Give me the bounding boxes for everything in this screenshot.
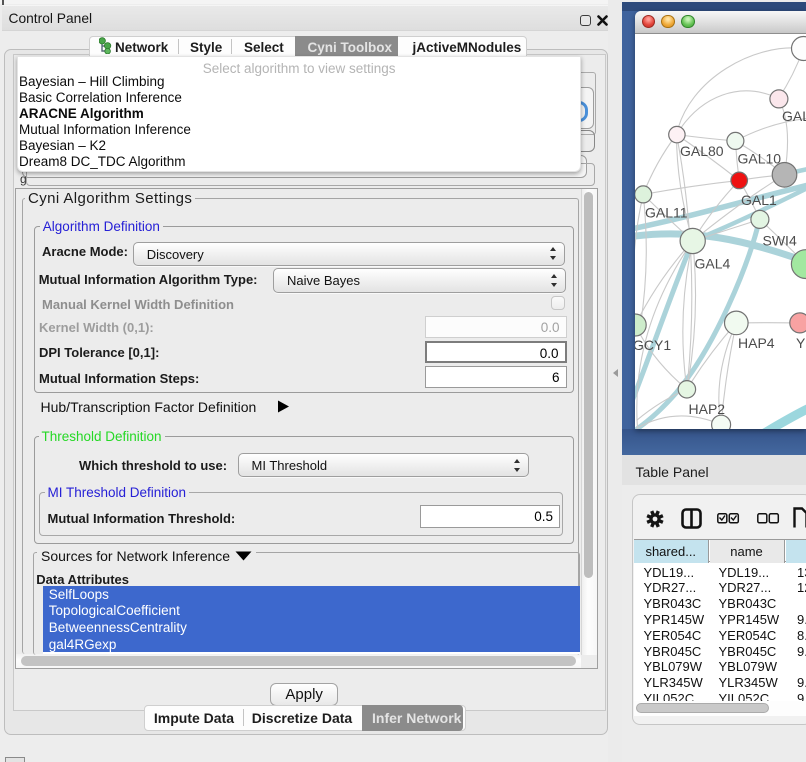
svg-text:GAL1: GAL1 bbox=[741, 192, 777, 208]
svg-text:HAP4: HAP4 bbox=[738, 335, 775, 351]
svg-text:SWI4: SWI4 bbox=[762, 232, 796, 248]
svg-text:GAL: GAL bbox=[782, 108, 806, 124]
svg-text:GAL10: GAL10 bbox=[737, 150, 781, 166]
svg-text:GCY1: GCY1 bbox=[635, 337, 671, 353]
svg-text:GAL80: GAL80 bbox=[680, 143, 724, 159]
svg-text:GAL11: GAL11 bbox=[645, 204, 688, 220]
svg-text:GAL4: GAL4 bbox=[694, 255, 730, 271]
svg-text:HAP2: HAP2 bbox=[688, 401, 725, 417]
svg-text:Y: Y bbox=[796, 335, 806, 351]
